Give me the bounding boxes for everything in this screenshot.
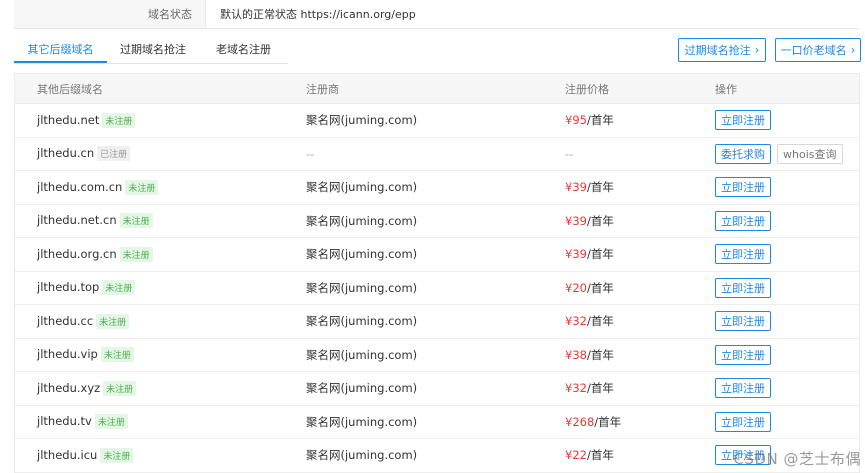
table-row: jlthedu.vip 未注册 聚名网(juming.com) ¥38/首年 立即…	[15, 339, 859, 372]
price: ¥39/首年	[565, 180, 614, 195]
registrar: 聚名网(juming.com)	[306, 180, 418, 195]
table-row: jlthedu.top 未注册 聚名网(juming.com) ¥20/首年 立即…	[15, 272, 859, 305]
table-row: jlthedu.tv 未注册 聚名网(juming.com) ¥268/首年 立即…	[15, 406, 859, 439]
status-badge: 未注册	[102, 112, 136, 128]
domain-status-label: 域名状态	[14, 0, 206, 28]
registrar: 聚名网(juming.com)	[306, 247, 418, 262]
register-now-button[interactable]: 立即注册	[715, 110, 771, 131]
domain-name: jlthedu.net.cn	[37, 213, 117, 228]
header-price: 注册价格	[565, 82, 609, 96]
status-badge: 未注册	[100, 447, 134, 463]
register-now-button[interactable]: 立即注册	[715, 344, 771, 365]
price: ¥22/首年	[565, 448, 614, 463]
header-domain: 其他后缀域名	[37, 82, 103, 96]
header-registrar: 注册商	[306, 82, 339, 96]
tab-bar: 其它后缀域名 过期域名抢注 老域名注册	[14, 39, 288, 64]
price: ¥32/首年	[565, 314, 614, 329]
registrar: 聚名网(juming.com)	[306, 280, 418, 295]
register-now-button[interactable]: 立即注册	[715, 411, 771, 432]
status-badge: 未注册	[119, 246, 153, 262]
fixed-price-old-domain-button[interactable]: 一口价老域名 ›	[775, 38, 861, 62]
price: --	[565, 146, 574, 161]
registrar: 聚名网(juming.com)	[306, 213, 418, 228]
entrust-purchase-button[interactable]: 委托求购	[715, 143, 771, 164]
whois-query-button[interactable]: whois查询	[777, 143, 843, 164]
registrar: 聚名网(juming.com)	[306, 314, 418, 329]
domain-name: jlthedu.top	[37, 280, 100, 295]
register-now-button[interactable]: 立即注册	[715, 378, 771, 399]
price: ¥39/首年	[565, 247, 614, 262]
table-header: 其他后缀域名 注册商 注册价格 操作	[15, 74, 859, 104]
header-action: 操作	[715, 82, 737, 96]
expired-domain-button[interactable]: 过期域名抢注 ›	[678, 38, 766, 62]
price: ¥38/首年	[565, 347, 614, 362]
price: ¥20/首年	[565, 280, 614, 295]
registrar: 聚名网(juming.com)	[306, 113, 418, 128]
fixed-price-old-domain-button-label: 一口价老域名	[780, 44, 847, 57]
table-row: jlthedu.org.cn 未注册 聚名网(juming.com) ¥39/首年…	[15, 238, 859, 272]
tab-expired-domains[interactable]: 过期域名抢注	[107, 39, 199, 63]
register-now-button[interactable]: 立即注册	[715, 277, 771, 298]
register-now-button[interactable]: 立即注册	[715, 311, 771, 332]
domain-name: jlthedu.cn	[37, 146, 95, 161]
table-row: jlthedu.com.cn 未注册 聚名网(juming.com) ¥39/首年…	[15, 171, 859, 205]
status-badge: 未注册	[125, 179, 159, 195]
table-row: jlthedu.net.cn 未注册 聚名网(juming.com) ¥39/首年…	[15, 205, 859, 238]
status-badge: 未注册	[94, 414, 128, 430]
domain-name: jlthedu.tv	[37, 414, 92, 429]
register-now-button[interactable]: 立即注册	[715, 244, 771, 265]
status-badge: 已注册	[97, 146, 131, 162]
status-badge: 未注册	[103, 380, 137, 396]
watermark: CSDN @芝士布偶	[733, 450, 861, 468]
table-row: jlthedu.cn 已注册 -- -- 委托求购 whois查询	[15, 138, 859, 171]
registrar: 聚名网(juming.com)	[306, 448, 418, 463]
registrar: 聚名网(juming.com)	[306, 347, 418, 362]
domain-status-value: 默认的正常状态 https://icann.org/epp	[220, 8, 416, 21]
domain-table: 其他后缀域名 注册商 注册价格 操作 jlthedu.net 未注册 聚名网(ju…	[14, 73, 860, 473]
expired-domain-button-label: 过期域名抢注	[684, 44, 751, 57]
price: ¥268/首年	[565, 414, 622, 429]
price: ¥32/首年	[565, 381, 614, 396]
price: ¥95/首年	[565, 113, 614, 128]
domain-name: jlthedu.vip	[37, 347, 98, 362]
status-badge: 未注册	[100, 347, 134, 363]
table-row: jlthedu.net 未注册 聚名网(juming.com) ¥95/首年 立即…	[15, 104, 859, 138]
domain-name: jlthedu.com.cn	[37, 179, 123, 194]
domain-status-row: 域名状态 默认的正常状态 https://icann.org/epp	[14, 0, 860, 29]
register-now-button[interactable]: 立即注册	[715, 177, 771, 198]
status-badge: 未注册	[96, 313, 130, 329]
domain-name: jlthedu.net	[37, 112, 100, 127]
tab-old-domains[interactable]: 老域名注册	[199, 39, 288, 63]
chevron-right-icon: ›	[754, 43, 760, 57]
registrar: 聚名网(juming.com)	[306, 381, 418, 396]
status-badge: 未注册	[119, 213, 153, 229]
table-row: jlthedu.xyz 未注册 聚名网(juming.com) ¥32/首年 立即…	[15, 372, 859, 406]
registrar: --	[306, 146, 315, 161]
table-row: jlthedu.icu 未注册 聚名网(juming.com) ¥22/首年 立即…	[15, 439, 859, 473]
domain-name: jlthedu.org.cn	[37, 246, 117, 261]
registrar: 聚名网(juming.com)	[306, 414, 418, 429]
table-row: jlthedu.cc 未注册 聚名网(juming.com) ¥32/首年 立即注…	[15, 305, 859, 339]
domain-name: jlthedu.icu	[37, 447, 98, 462]
register-now-button[interactable]: 立即注册	[715, 210, 771, 231]
status-badge: 未注册	[102, 280, 136, 296]
chevron-right-icon: ›	[850, 43, 856, 57]
price: ¥39/首年	[565, 213, 614, 228]
tab-other-suffix[interactable]: 其它后缀域名	[14, 39, 107, 63]
domain-name: jlthedu.xyz	[37, 380, 101, 395]
domain-name: jlthedu.cc	[37, 313, 94, 328]
